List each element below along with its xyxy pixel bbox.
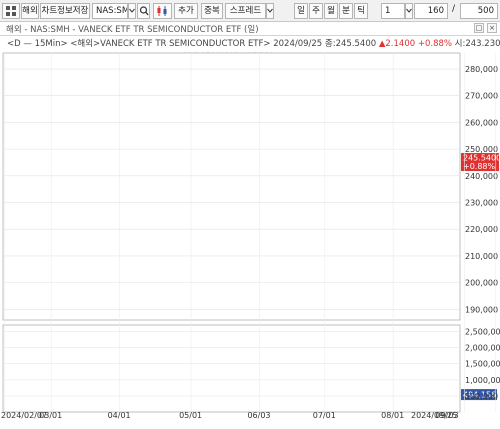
- spread-button[interactable]: 스프레드: [225, 3, 266, 19]
- grid-menu-button[interactable]: [2, 3, 20, 19]
- period-week-button[interactable]: 주: [309, 3, 323, 19]
- volume-tick-label: 500,000: [465, 392, 498, 401]
- price-tick-label: 240,000: [465, 172, 498, 181]
- chevron-down-icon: [406, 8, 412, 13]
- price-tick-label: 210,000: [465, 252, 498, 261]
- volume-tick-label: 1,500,000: [465, 360, 500, 369]
- price-tick-label: 260,000: [465, 118, 498, 127]
- period-stepper[interactable]: [405, 3, 413, 19]
- x-tick-label: 07/01: [313, 411, 336, 420]
- chart-type-button[interactable]: [153, 3, 172, 19]
- price-tick-label: 190,000: [465, 305, 498, 314]
- period-minute-button[interactable]: 분: [339, 3, 353, 19]
- restore-button[interactable]: □: [474, 23, 484, 33]
- chart-window-title: 해외 - NAS:SMH - VANECK ETF TR SEMICONDUCT…: [6, 25, 259, 35]
- symbol-dropdown[interactable]: [128, 3, 136, 19]
- price-plot-frame: [2, 52, 461, 321]
- chevron-down-icon: [267, 8, 273, 13]
- save-chart-info-button[interactable]: 차트정보저장: [40, 3, 90, 19]
- x-tick-label: 06/03: [247, 411, 270, 420]
- x-tick-label: 04/01: [108, 411, 131, 420]
- overlap-button[interactable]: 중복: [201, 3, 223, 19]
- stock-chart[interactable]: 283.0700(2024/07/11)192.4050(2024/02/07)…: [0, 50, 500, 429]
- grid-icon: [6, 6, 16, 16]
- price-tick-label: 230,000: [465, 199, 498, 208]
- volume-plot-frame: [2, 324, 461, 413]
- period-tick-button[interactable]: 틱: [354, 3, 368, 19]
- period-day-button[interactable]: 일: [294, 3, 308, 19]
- x-tick-label: 03/01: [39, 411, 62, 420]
- spread-dropdown[interactable]: [266, 3, 274, 19]
- chart-toolbar: 해외 차트정보저장 NAS:SMH 추가 중복 스프레드 일 주 월 분 틱 1…: [0, 0, 500, 22]
- quote-change: ▲2.1400 +0.88%: [378, 39, 452, 49]
- volume-tick-label: 1,000,000: [465, 376, 500, 385]
- x-tick-label: 05/01: [179, 411, 202, 420]
- chart-axes: 190,000 200,000 210,000 220,000 230,000 240,0…: [1, 52, 500, 420]
- close-button[interactable]: ×: [487, 23, 497, 33]
- price-tick-label: 220,000: [465, 225, 498, 234]
- price-tick-label: 280,000: [465, 65, 498, 74]
- quote-open-high: 시:243.2300 고:247.00: [454, 39, 500, 49]
- candle-chart-icon: [157, 6, 166, 16]
- price-tick-label: 250,000: [465, 145, 498, 154]
- chevron-down-icon: [129, 8, 135, 13]
- volume-tick-label: 2,000,000: [465, 344, 500, 353]
- x-tick-label: 08/01: [381, 411, 404, 420]
- symbol-input[interactable]: NAS:SMH: [92, 3, 128, 19]
- chart-window-titlebar: 해외 - NAS:SMH - VANECK ETF TR SEMICONDUCT…: [0, 22, 500, 36]
- overseas-tab[interactable]: 해외: [21, 3, 39, 19]
- volume-tick-label: 2,500,000: [465, 327, 500, 336]
- price-tick-label: 270,000: [465, 92, 498, 101]
- price-tick-label: 200,000: [465, 279, 498, 288]
- add-indicator-button[interactable]: 추가: [174, 3, 198, 19]
- x-tick-label: 2024/09/25: [411, 411, 457, 420]
- period-value-input[interactable]: 1: [381, 3, 405, 19]
- last-price-change: +0.88%: [463, 162, 496, 171]
- quote-info-line: <D — 15Min> <해외>VANECK ETF TR SEMICONDUC…: [0, 37, 500, 50]
- quote-info-text: <D — 15Min> <해외>VANECK ETF TR SEMICONDUC…: [7, 39, 377, 49]
- display-count-input[interactable]: 160: [414, 3, 448, 19]
- total-count-field: 500: [460, 3, 498, 19]
- search-icon: [139, 6, 149, 16]
- count-separator: /: [452, 4, 456, 14]
- search-button[interactable]: [137, 3, 150, 19]
- period-month-button[interactable]: 월: [324, 3, 338, 19]
